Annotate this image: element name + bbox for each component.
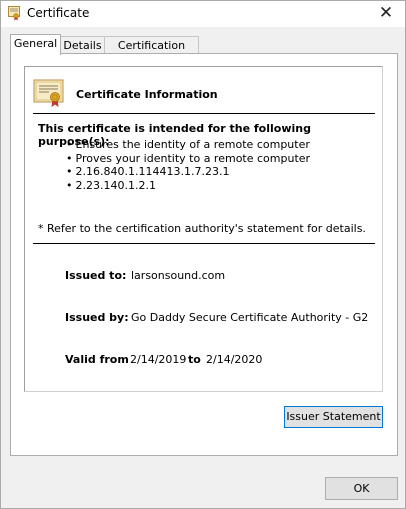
divider	[33, 113, 375, 114]
issued-by-label: Issued by:	[65, 311, 129, 324]
tab-general[interactable]: General	[10, 34, 61, 55]
general-tab-panel: Certificate Information This certificate…	[10, 53, 398, 456]
valid-from-label: Valid from	[65, 353, 129, 366]
purpose-item: Ensures the identity of a remote compute…	[66, 138, 310, 152]
certificate-dialog: Certificate ✕ General Details Certificat…	[0, 0, 406, 509]
certificate-info-box: Certificate Information This certificate…	[24, 66, 383, 392]
purpose-item: Proves your identity to a remote compute…	[66, 152, 311, 166]
purpose-item: 2.16.840.1.114413.1.7.23.1	[66, 165, 310, 179]
divider	[33, 243, 375, 244]
close-icon[interactable]: ✕	[367, 1, 405, 25]
window-title: Certificate	[27, 6, 90, 20]
certificate-icon	[8, 6, 20, 21]
valid-to-label: to	[188, 353, 201, 366]
certificate-info-title: Certificate Information	[76, 88, 218, 101]
issued-to-label: Issued to:	[65, 269, 127, 282]
valid-from-value: 2/14/2019	[130, 353, 187, 366]
issuer-statement-button[interactable]: Issuer Statement	[284, 406, 383, 428]
purpose-list: Ensures the identity of a remote compute…	[66, 138, 311, 193]
certificate-icon	[33, 78, 65, 108]
issued-by-value: Go Daddy Secure Certificate Authority - …	[131, 311, 369, 324]
valid-to-value: 2/14/2020	[206, 353, 263, 366]
issued-to-value: larsonsound.com	[131, 269, 226, 282]
tab-certification-path[interactable]: Certification Path	[104, 36, 199, 69]
ok-button[interactable]: OK	[325, 477, 398, 500]
refer-note: * Refer to the certification authority's…	[38, 222, 366, 235]
title-bar[interactable]: Certificate ✕	[1, 1, 405, 27]
tab-details[interactable]: Details	[60, 36, 105, 54]
purpose-item: 2.23.140.1.2.1	[66, 179, 310, 193]
